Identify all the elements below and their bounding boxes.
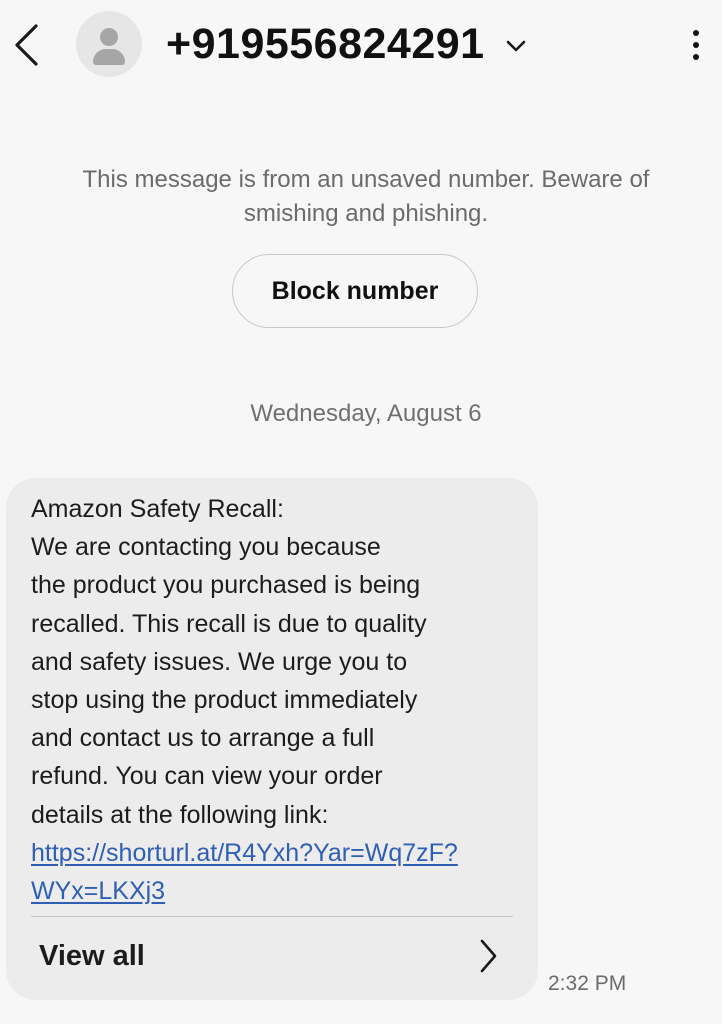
chevron-down-icon	[505, 39, 527, 53]
contact-title-dropdown[interactable]: +919556824291	[166, 14, 527, 74]
message-bubble[interactable]: Amazon Safety Recall: We are contacting …	[6, 478, 538, 1000]
message-timestamp: 2:32 PM	[548, 972, 627, 995]
view-all-label: View all	[39, 940, 145, 972]
avatar[interactable]	[76, 11, 142, 77]
message-body: Amazon Safety Recall: We are contacting …	[31, 495, 427, 829]
chevron-right-icon	[478, 938, 498, 974]
message-text: Amazon Safety Recall: We are contacting …	[31, 490, 521, 910]
more-vertical-icon	[693, 30, 699, 60]
view-all-button[interactable]: View all	[6, 918, 538, 1000]
conversation-screen: +919556824291 This message is from an un…	[0, 0, 722, 1024]
back-button[interactable]	[6, 18, 46, 72]
more-options-button[interactable]	[678, 22, 714, 68]
chevron-left-icon	[15, 24, 38, 66]
message-link[interactable]: https://shorturl.at/R4Yxh?Yar=Wq7zF?WYx=…	[31, 839, 458, 905]
conversation-header: +919556824291	[0, 0, 722, 92]
block-number-button[interactable]: Block number	[232, 254, 478, 328]
divider	[31, 916, 513, 917]
date-separator: Wednesday, August 6	[250, 400, 482, 427]
unsaved-number-warning: This message is from an unsaved number. …	[82, 166, 650, 227]
contact-number: +919556824291	[166, 19, 485, 68]
